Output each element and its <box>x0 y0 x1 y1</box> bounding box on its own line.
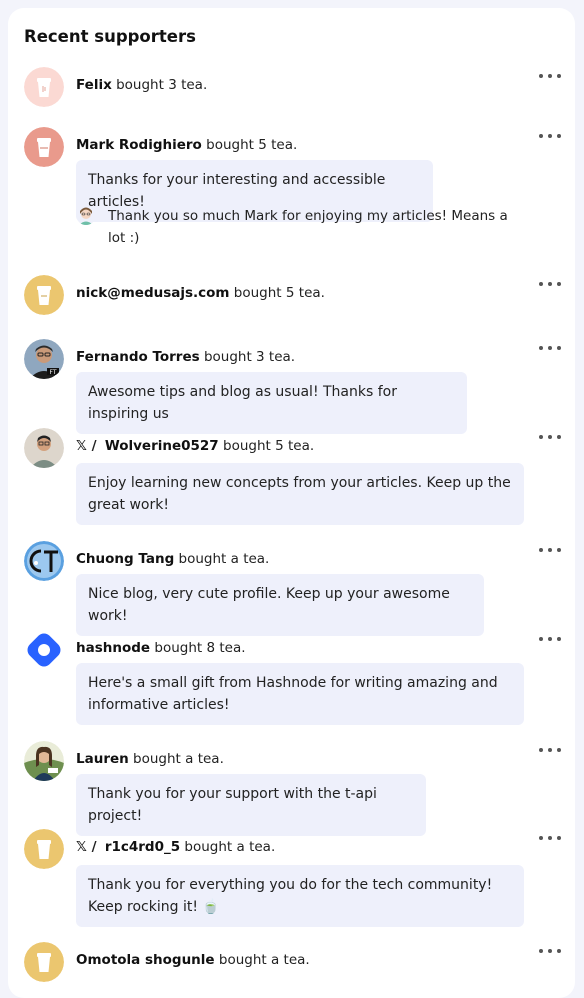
hashnode-logo-icon <box>24 630 64 670</box>
supporter-name[interactable]: hashnode <box>76 640 150 656</box>
tea-cup-icon <box>24 275 64 315</box>
supporter-action: bought 3 tea. <box>116 77 208 93</box>
support-message: Thank you for your support with the t-ap… <box>76 774 426 836</box>
supporter-name[interactable]: nick@medusajs.com <box>76 285 230 301</box>
supporter-headline: Fernando Torres bought 3 tea. <box>76 349 295 365</box>
supporter-headline: Chuong Tang bought a tea. <box>76 551 269 567</box>
supporter-action: bought 5 tea. <box>233 285 325 301</box>
supporter-action: bought 3 tea. <box>203 349 296 365</box>
user-avatar <box>24 428 64 468</box>
ct-logo-avatar <box>24 541 64 581</box>
supporter-action: bought a tea. <box>178 551 270 567</box>
more-options-button[interactable] <box>539 69 561 83</box>
tea-cup-icon <box>24 127 64 167</box>
x-social-icon[interactable]: 𝕏 / <box>76 438 97 454</box>
support-message: Awesome tips and blog as usual! Thanks f… <box>76 372 467 434</box>
supporter-action: bought 8 tea. <box>154 640 246 656</box>
supporter-headline: nick@medusajs.com bought 5 tea. <box>76 285 325 301</box>
supporter-action: bought 5 tea. <box>223 438 315 454</box>
supporter-name[interactable]: Omotola shogunle <box>76 952 215 968</box>
support-message: Enjoy learning new concepts from your ar… <box>76 463 524 525</box>
supporter-headline: Lauren bought a tea. <box>76 751 224 767</box>
more-options-button[interactable] <box>539 277 561 291</box>
supporter-action: bought a tea. <box>184 839 276 855</box>
recent-supporters-panel: Recent supporters Felix bought 3 tea. Ma… <box>8 8 575 998</box>
creator-avatar <box>76 205 96 225</box>
supporter-headline: Mark Rodighiero bought 5 tea. <box>76 137 297 153</box>
more-options-button[interactable] <box>539 341 561 355</box>
supporter-name[interactable]: Mark Rodighiero <box>76 137 202 153</box>
more-options-button[interactable] <box>539 430 561 444</box>
tea-cup-icon <box>24 67 64 107</box>
supporter-headline: 𝕏 / r1c4rd0_5 bought a tea. <box>76 839 275 855</box>
supporter-name[interactable]: r1c4rd0_5 <box>105 839 180 855</box>
supporter-action: bought 5 tea. <box>206 137 298 153</box>
supporter-name[interactable]: Fernando Torres <box>76 349 200 365</box>
more-options-button[interactable] <box>539 129 561 143</box>
reply-text: Thank you so much Mark for enjoying my a… <box>108 208 508 246</box>
panel-title: Recent supporters <box>24 27 196 46</box>
support-message: Nice blog, very cute profile. Keep up yo… <box>76 574 484 636</box>
supporter-headline: Felix bought 3 tea. <box>76 77 207 93</box>
support-message: Here's a small gift from Hashnode for wr… <box>76 663 524 725</box>
supporter-headline: 𝕏 / Wolverine0527 bought 5 tea. <box>76 438 314 454</box>
supporter-action: bought a tea. <box>133 751 224 767</box>
tea-cup-icon <box>24 942 64 982</box>
support-message: Thank you for everything you do for the … <box>76 865 524 927</box>
tea-cup-icon <box>24 829 64 869</box>
more-options-button[interactable] <box>539 632 561 646</box>
supporter-name[interactable]: Felix <box>76 77 112 93</box>
more-options-button[interactable] <box>539 743 561 757</box>
user-avatar <box>24 741 64 781</box>
more-options-button[interactable] <box>539 944 561 958</box>
supporter-headline: Omotola shogunle bought a tea. <box>76 952 310 968</box>
x-social-icon[interactable]: 𝕏 / <box>76 839 97 855</box>
user-avatar: FT <box>24 339 64 379</box>
more-options-button[interactable] <box>539 831 561 845</box>
more-options-button[interactable] <box>539 543 561 557</box>
supporter-headline: hashnode bought 8 tea. <box>76 640 246 656</box>
svg-text:FT: FT <box>49 369 56 376</box>
supporter-action: bought a tea. <box>218 952 310 968</box>
supporter-name[interactable]: Wolverine0527 <box>105 438 219 454</box>
supporter-name[interactable]: Chuong Tang <box>76 551 174 567</box>
supporter-name[interactable]: Lauren <box>76 751 129 767</box>
